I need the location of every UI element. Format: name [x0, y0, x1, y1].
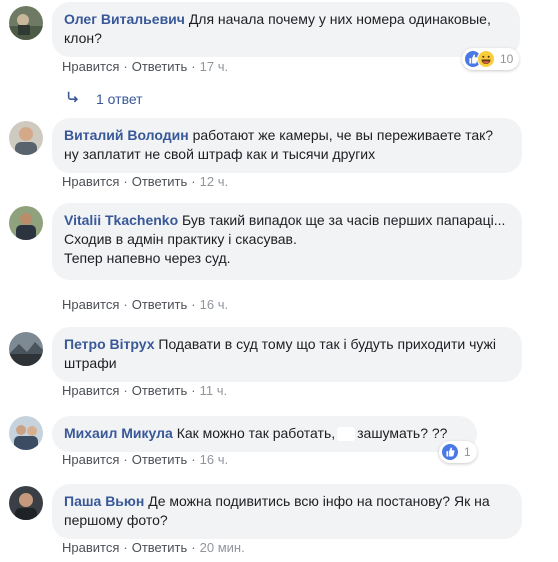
reply-link[interactable]: Ответить — [132, 59, 188, 74]
reactions-badge[interactable]: 10 — [462, 48, 520, 70]
comment-author[interactable]: Виталий Володин — [64, 127, 189, 143]
reaction-count: 1 — [464, 445, 471, 459]
comment-bubble: Петро Вітрух Подавати в суд тому що так … — [52, 327, 522, 382]
replies-count-label[interactable]: 1 ответ — [96, 91, 143, 107]
reply-link[interactable]: Ответить — [132, 174, 188, 189]
like-link[interactable]: Нравится — [62, 174, 119, 189]
reply-link[interactable]: Ответить — [132, 297, 188, 312]
avatar[interactable] — [9, 6, 43, 40]
like-link[interactable]: Нравится — [62, 297, 119, 312]
comment-text-continued: зашумать? ?? — [357, 425, 448, 441]
reaction-count: 10 — [500, 52, 514, 66]
like-link[interactable]: Нравится — [62, 540, 119, 555]
reply-arrow-icon — [66, 90, 84, 107]
comment-author[interactable]: Олег Витальевич — [64, 11, 185, 27]
avatar[interactable] — [9, 121, 43, 155]
comment-time[interactable]: 20 мин. — [200, 540, 245, 555]
reply-link[interactable]: Ответить — [132, 452, 188, 467]
comment-actions: Нравится · Ответить · 12 ч. — [62, 174, 229, 189]
comment-author[interactable]: Петро Вітрух — [64, 336, 154, 352]
comment-time[interactable]: 16 ч. — [200, 452, 228, 467]
reactions-badge[interactable]: 1 — [439, 441, 477, 463]
comment-bubble: Vitalii Tkachenko Був такий випадок ще з… — [52, 203, 522, 280]
comment-author[interactable]: Vitalii Tkachenko — [64, 212, 178, 228]
reply-link[interactable]: Ответить — [132, 383, 188, 398]
comment-actions: Нравится · Ответить · 17 ч. — [62, 59, 229, 74]
like-icon — [441, 443, 459, 461]
avatar[interactable] — [9, 206, 43, 240]
comment-time[interactable]: 16 ч. — [200, 297, 228, 312]
avatar[interactable] — [9, 416, 43, 450]
comment-bubble: Михаил Микула Как можно так работать, заш… — [52, 416, 477, 452]
like-link[interactable]: Нравится — [62, 452, 119, 467]
like-link[interactable]: Нравится — [62, 59, 119, 74]
like-link[interactable]: Нравится — [62, 383, 119, 398]
comment-actions: Нравится · Ответить · 11 ч. — [62, 383, 228, 398]
reply-link[interactable]: Ответить — [132, 540, 188, 555]
comment-author[interactable]: Паша Вьюн — [64, 493, 144, 509]
comment-time[interactable]: 12 ч. — [200, 174, 228, 189]
view-replies-link[interactable]: 1 ответ — [66, 90, 143, 107]
comment-actions: Нравится · Ответить · 20 мин. — [62, 540, 245, 555]
avatar[interactable] — [9, 486, 43, 520]
comment-text: Как можно так работать, — [176, 425, 336, 441]
emoji-placeholder — [337, 427, 356, 442]
comment-actions: Нравится · Ответить · 16 ч. — [62, 297, 229, 312]
comment-author[interactable]: Михаил Микула — [64, 425, 173, 441]
comment-time[interactable]: 11 ч. — [200, 383, 228, 398]
comment-actions: Нравится · Ответить · 16 ч. — [62, 452, 229, 467]
comment-time[interactable]: 17 ч. — [200, 59, 228, 74]
haha-icon — [477, 50, 495, 68]
comment-bubble: Паша Вьюн Де можна подивитись всю інфо н… — [52, 484, 522, 539]
avatar[interactable] — [9, 332, 43, 366]
comment-bubble: Олег Витальевич Для начала почему у них … — [52, 2, 520, 57]
comment-bubble: Виталий Володин работают же камеры, че в… — [52, 118, 522, 173]
